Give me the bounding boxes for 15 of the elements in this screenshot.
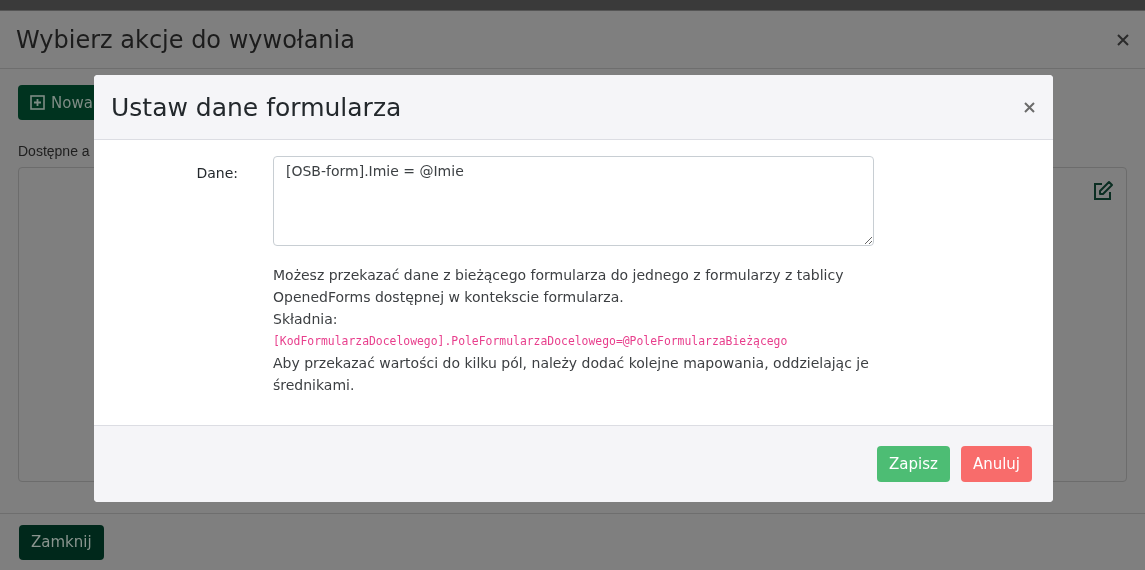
field-label: Dane:: [195, 164, 238, 183]
plus-square-icon: [30, 95, 45, 110]
save-button[interactable]: Zapisz: [877, 446, 950, 482]
help-text: Aby przekazać wartości do kilku pól, należy dodać kolejne mapowania, oddzielając je średnikami.: [273, 354, 870, 395]
syntax-code: [KodFormularzaDocelowego].PoleFormularzaDocelowego=@PoleFormularzaBieżącego: [273, 333, 789, 350]
close-icon[interactable]: [1117, 33, 1129, 46]
dialog-title: Wybierz akcje do wywołania: [16, 25, 355, 54]
cancel-button[interactable]: Anuluj: [960, 446, 1032, 482]
data-input-field[interactable]: [OSB-form].Imie = @Imie: [273, 156, 874, 246]
edit-icon[interactable]: [1092, 180, 1114, 202]
help-text: Składnia:: [273, 310, 339, 329]
close-icon[interactable]: [1024, 101, 1035, 113]
help-text: Możesz przekazać dane z bieżącego formularza do jednego z formularzy z tablicy OpenedForms dostępnej w kontekscie formularza.: [273, 266, 845, 307]
list-label: Dostępne a: [18, 143, 91, 159]
close-button[interactable]: Zamknij: [19, 524, 104, 560]
